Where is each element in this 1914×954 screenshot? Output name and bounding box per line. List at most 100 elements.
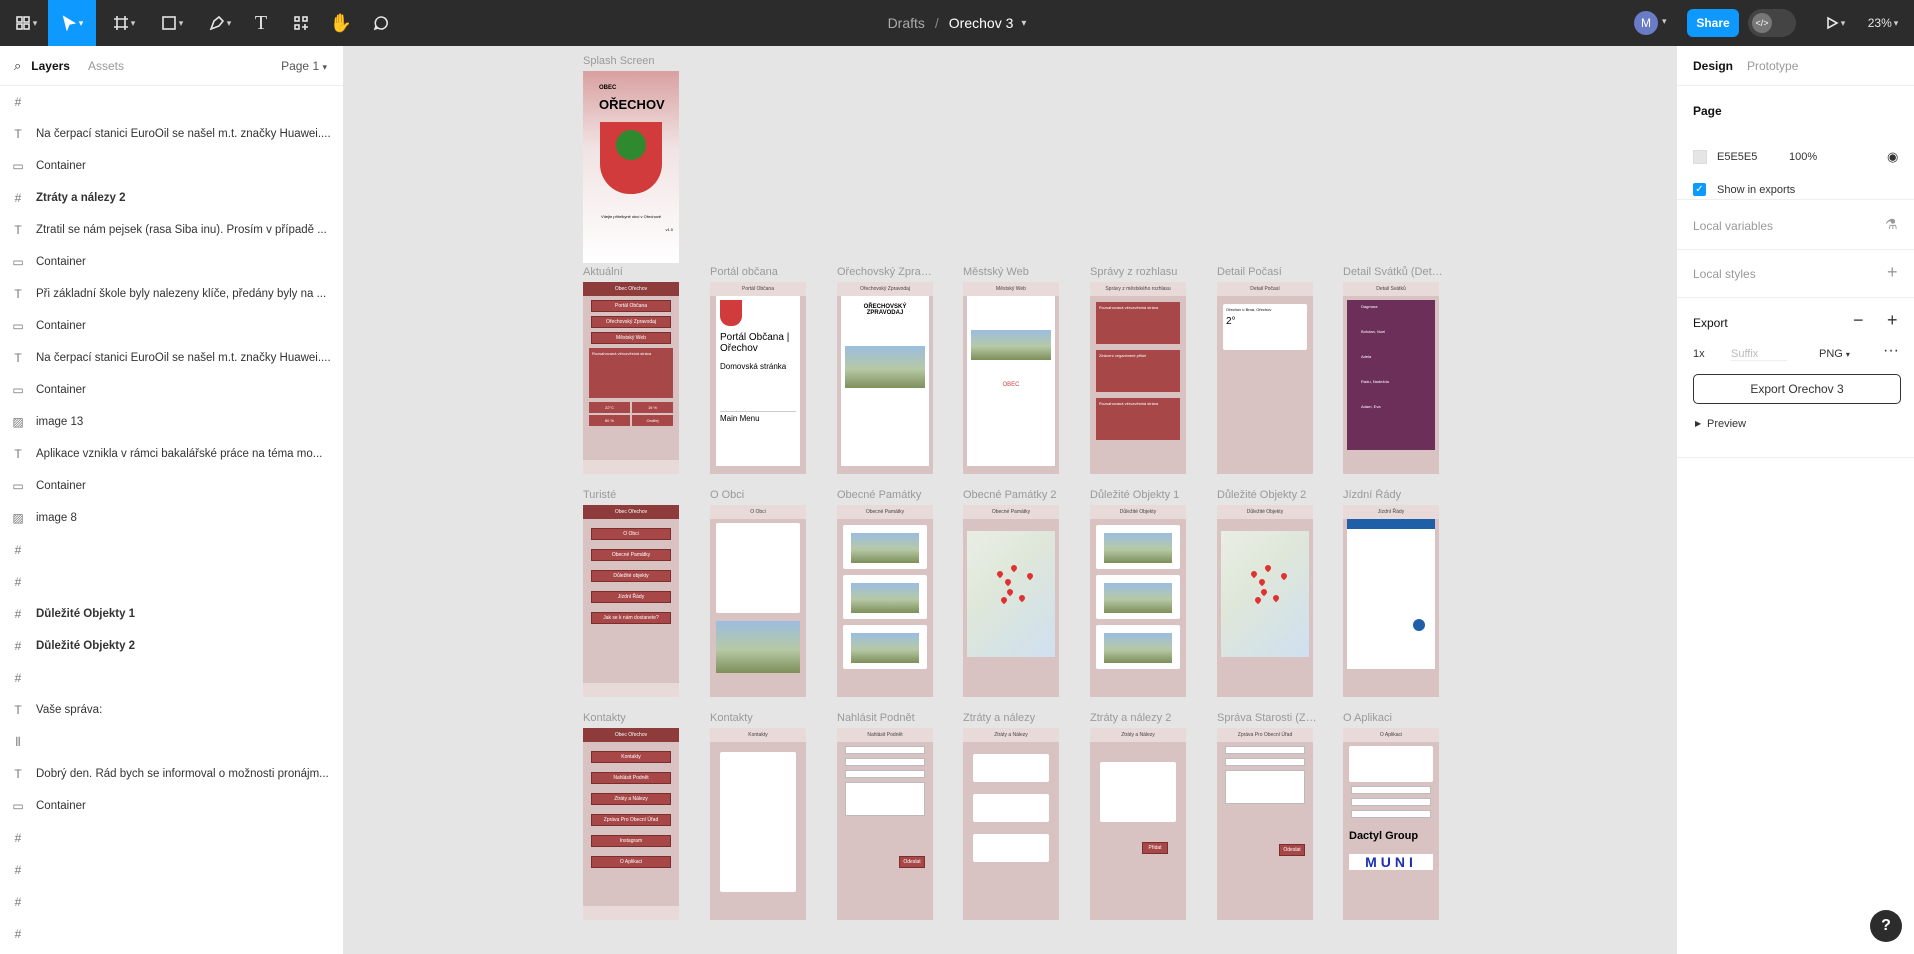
export-format-select[interactable]: PNG ▾ [1819, 348, 1850, 360]
layer-row[interactable]: T Dobrý den. Rád bych se informoval o mož… [0, 758, 344, 790]
design-canvas[interactable]: Splash Screen OBEC OŘECHOV Vítejte přítelky… [344, 46, 1676, 954]
add-export-icon[interactable]: + [1887, 310, 1898, 331]
frame-label[interactable]: Splash Screen [583, 55, 683, 67]
help-button[interactable]: ? [1870, 910, 1902, 942]
mockup-frame[interactable]: Obecné Památky [963, 505, 1059, 697]
frame-label[interactable]: Detail Počasí [1217, 266, 1317, 278]
submit-button[interactable]: Odeslat [1279, 844, 1305, 856]
mockup-frame[interactable]: O Aplikaci Dactyl Group MUNI [1343, 728, 1439, 920]
dev-mode-toggle[interactable]: </> [1748, 9, 1796, 37]
frame-label[interactable]: Kontakty [583, 712, 683, 724]
resources-icon[interactable] [286, 0, 316, 46]
figma-menu-icon[interactable]: ▾ [8, 0, 44, 46]
local-styles-label[interactable]: Local styles [1693, 267, 1756, 281]
mockup-frame[interactable]: Jízdní Řády [1343, 505, 1439, 697]
present-icon[interactable]: ▾ [1818, 0, 1852, 46]
tab-layers[interactable]: Layers [31, 59, 70, 73]
mockup-frame[interactable]: Detail Svátků Dagmara Bohdan, Noel Adela Rad… [1343, 282, 1439, 474]
mockup-frame[interactable]: Obecné Památky [837, 505, 933, 697]
layer-row[interactable]: ▭ Container [0, 310, 344, 342]
move-icon[interactable]: ▾ [48, 0, 96, 46]
more-options-icon[interactable]: ··· [1883, 342, 1899, 360]
layer-row[interactable]: ▨ image 13 [0, 406, 344, 438]
page-color-swatch[interactable] [1693, 150, 1707, 164]
zoom-control[interactable]: 23% ▾ [1858, 0, 1908, 46]
frame-label[interactable]: Obecné Památky [837, 489, 937, 501]
layer-row[interactable]: T Při základní škole byly nalezeny klíče,… [0, 278, 344, 310]
export-button[interactable]: Export Orechov 3 [1693, 374, 1901, 404]
mockup-frame[interactable]: Důležité Objekty [1217, 505, 1313, 697]
frame-label[interactable]: O Obci [710, 489, 810, 501]
frame-label[interactable]: Nahlásit Podnět [837, 712, 937, 724]
frame-label[interactable]: Důležité Objekty 2 [1217, 489, 1317, 501]
layer-row[interactable]: T Na čerpací stanici EuroOil se našel m.t… [0, 118, 344, 150]
layer-row[interactable]: T Ztratil se nám pejsek (rasa Šiba inu). … [0, 214, 344, 246]
mockup-frame[interactable]: Obec Ořechov O Obci Obecné Památky Důležité… [583, 505, 679, 697]
mockup-frame[interactable]: OBEC OŘECHOV Vítejte přítelkyně obcí v Oře… [583, 71, 679, 263]
mockup-frame[interactable]: Zpráva Pro Obecní Úřad Odeslat [1217, 728, 1313, 920]
frame-label[interactable]: Správa Starosti (Zpráva Pro Obecní Úřad) [1217, 712, 1317, 724]
chevron-right-icon[interactable]: ▶ [1695, 419, 1701, 428]
mockup-frame[interactable]: Kontakty [710, 728, 806, 920]
text-icon[interactable]: T [246, 0, 276, 46]
layer-row[interactable]: # Ztráty a nálezy 2 [0, 182, 344, 214]
mockup-frame[interactable]: Detail Počasí Ořechov u Brna, Ořechov 2° [1217, 282, 1313, 474]
mockup-frame[interactable]: Městský Web OBEC [963, 282, 1059, 474]
chevron-down-icon[interactable]: ▾ [1662, 16, 1667, 27]
layer-row[interactable]: # Důležité Objekty 1 [0, 598, 344, 630]
frame-label[interactable]: O Aplikaci [1343, 712, 1443, 724]
local-variables-label[interactable]: Local variables [1693, 219, 1773, 233]
search-icon[interactable]: ⌕ [14, 58, 21, 74]
export-scale[interactable]: 1x [1693, 348, 1705, 360]
layer-row[interactable]: T Vaše správa: [0, 694, 344, 726]
preview-label[interactable]: Preview [1707, 418, 1746, 430]
layer-row[interactable]: ▭ Container [0, 150, 344, 182]
export-suffix-input[interactable]: Suffix [1731, 348, 1787, 361]
tab-design[interactable]: Design [1693, 59, 1733, 73]
pen-icon[interactable]: ▾ [200, 0, 240, 46]
share-button[interactable]: Share [1687, 9, 1739, 37]
layer-row[interactable]: # Důležité Objekty 2 [0, 630, 344, 662]
layer-row[interactable]: ⦀ [0, 726, 344, 758]
tab-prototype[interactable]: Prototype [1747, 59, 1798, 73]
variables-icon[interactable]: ⚗ [1885, 216, 1898, 233]
add-style-icon[interactable]: + [1887, 262, 1898, 283]
mockup-frame[interactable]: Ztráty a Nálezy [963, 728, 1059, 920]
mockup-frame[interactable]: Ztráty a Nálezy Přidat [1090, 728, 1186, 920]
layer-row[interactable]: # [0, 822, 344, 854]
show-in-exports-checkbox[interactable]: ✓ [1693, 183, 1706, 196]
layer-row[interactable]: # [0, 662, 344, 694]
tab-assets[interactable]: Assets [88, 59, 124, 73]
frame-label[interactable]: Ztráty a nálezy 2 [1090, 712, 1190, 724]
frame-label[interactable]: Správy z rozhlasu [1090, 266, 1190, 278]
avatar[interactable]: M [1634, 11, 1658, 35]
chevron-down-icon[interactable]: ▾ [1021, 18, 1026, 29]
layer-row[interactable]: ▨ image 8 [0, 502, 344, 534]
hand-icon[interactable]: ✋ [326, 0, 356, 46]
mockup-frame[interactable]: Správy z městského rozhlasu Rozsahovaná v… [1090, 282, 1186, 474]
frame-label[interactable]: Jízdní Řády [1343, 489, 1443, 501]
frame-label[interactable]: Ztráty a nálezy [963, 712, 1063, 724]
layer-row[interactable]: ▭ Container [0, 470, 344, 502]
page-select[interactable]: Page 1 ▾ [281, 59, 327, 73]
minus-icon[interactable]: − [1853, 310, 1864, 331]
frame-label[interactable]: Ořechovský Zpravodaj [837, 266, 937, 278]
layer-row[interactable]: T Aplikace vznikla v rámci bakalářské prá… [0, 438, 344, 470]
submit-button[interactable]: Odeslat [899, 856, 925, 868]
mockup-frame[interactable]: Portál Občana Portál Občana | Ořechov Domo… [710, 282, 806, 474]
frame-label[interactable]: Obecné Památky 2 [963, 489, 1063, 501]
frame-label[interactable]: Kontakty [710, 712, 810, 724]
mockup-frame[interactable]: Ořechovský Zpravodaj OŘECHOVSKÝ ZPRAVODAJ [837, 282, 933, 474]
frame-label[interactable]: Portál občana [710, 266, 810, 278]
mockup-frame[interactable]: O Obci [710, 505, 806, 697]
layer-row[interactable]: # [0, 566, 344, 598]
submit-button[interactable]: Přidat [1142, 842, 1168, 854]
layer-row[interactable]: ▭ Container [0, 246, 344, 278]
page-color-value[interactable]: E5E5E5 [1717, 151, 1757, 163]
rectangle-icon[interactable]: ▾ [152, 0, 192, 46]
frame-label[interactable]: Detail Svátků (Detail Svátků) [1343, 266, 1443, 278]
mockup-frame[interactable]: Důležité Objekty [1090, 505, 1186, 697]
mockup-frame[interactable]: Obec Ořechov Portál Občana Ořechovský Zpra… [583, 282, 679, 474]
frame-label[interactable]: Aktuální [583, 266, 683, 278]
layer-row[interactable]: ▭ Container [0, 374, 344, 406]
